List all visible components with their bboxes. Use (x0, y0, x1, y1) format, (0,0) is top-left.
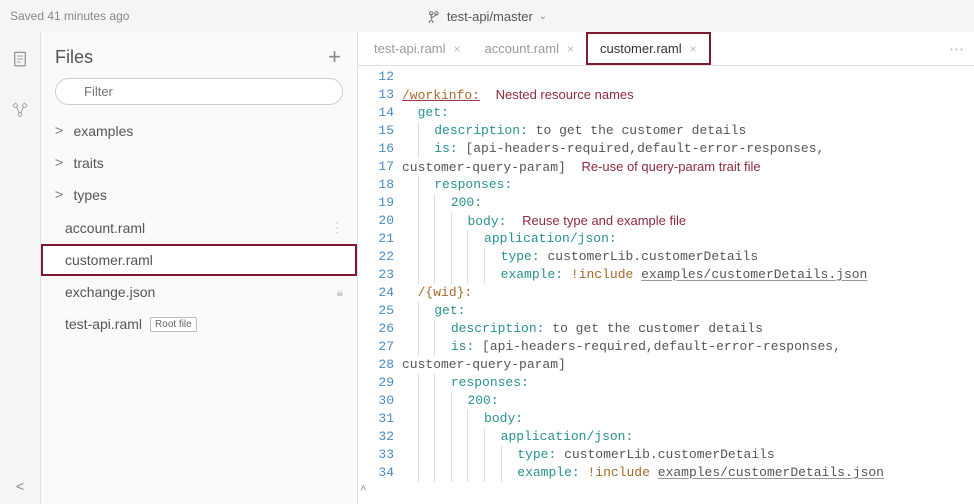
file-customer-raml[interactable]: customer.raml (41, 244, 357, 276)
folder-types[interactable]: types (41, 179, 357, 211)
tab-overflow-icon[interactable]: ⋯ (949, 40, 966, 58)
file-test-api-raml[interactable]: test-api.raml Root file (41, 308, 357, 340)
line-gutter: 1213141516171819202122232425262728293031… (358, 66, 402, 504)
document-icon[interactable] (11, 50, 29, 71)
code-content[interactable]: /workinfo: Nested resource names get: de… (402, 66, 974, 504)
code-editor[interactable]: 1213141516171819202122232425262728293031… (358, 66, 974, 504)
git-branch-icon (427, 9, 441, 23)
file-exchange-json[interactable]: exchange.json 🔒︎ (41, 276, 357, 308)
top-bar: Saved 41 minutes ago test-api/master ⌄ (0, 0, 974, 32)
branch-label: test-api/master (447, 9, 533, 24)
chevron-down-icon: ⌄ (539, 11, 547, 22)
filter-input[interactable] (55, 78, 343, 105)
file-tree: examples traits types account.raml ⋮ cus… (41, 111, 357, 344)
editor-pane: test-api.raml× account.raml× customer.ra… (358, 32, 974, 504)
close-icon[interactable]: × (567, 42, 574, 56)
file-account-raml[interactable]: account.raml ⋮ (41, 211, 357, 244)
folder-traits[interactable]: traits (41, 147, 357, 179)
lock-icon: 🔒︎ (337, 285, 343, 300)
files-sidebar: Files + ⌕ examples traits types account.… (40, 32, 358, 504)
fold-caret-icon[interactable]: ^ (360, 482, 367, 500)
tab-customer[interactable]: customer.raml× (586, 32, 711, 65)
tab-account[interactable]: account.raml× (473, 32, 586, 65)
left-icon-rail: < (0, 32, 40, 504)
close-icon[interactable]: × (454, 42, 461, 56)
sidebar-title: Files (55, 47, 93, 68)
editor-tabs: test-api.raml× account.raml× customer.ra… (358, 32, 974, 66)
close-icon[interactable]: × (690, 42, 697, 56)
saved-status: Saved 41 minutes ago (10, 9, 129, 23)
add-file-icon[interactable]: + (328, 46, 341, 68)
file-more-icon[interactable]: ⋮ (330, 219, 343, 236)
folder-examples[interactable]: examples (41, 115, 357, 147)
branch-selector[interactable]: test-api/master ⌄ (427, 9, 547, 24)
tab-test-api[interactable]: test-api.raml× (362, 32, 473, 65)
dependencies-icon[interactable] (11, 101, 29, 122)
root-file-badge: Root file (150, 317, 197, 332)
collapse-rail-icon[interactable]: < (16, 478, 24, 494)
